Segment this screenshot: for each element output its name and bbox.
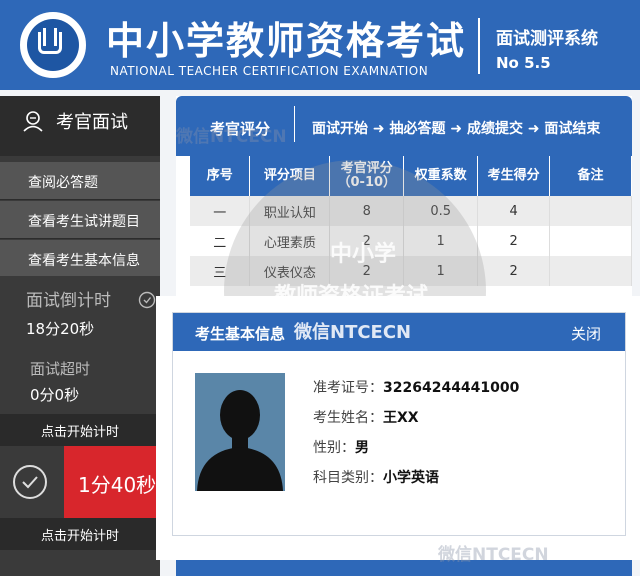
candidate-subject: 小学英语 <box>383 470 439 486</box>
overtime-value: 0分0秒 <box>30 386 80 404</box>
info-key: 考生姓名： <box>313 410 383 426</box>
candidate-info-modal: 考生基本信息 关闭 准考证号：32264244441000 考生姓名：王XX 性… <box>172 312 626 536</box>
info-row-name: 考生姓名：王XX <box>313 407 519 437</box>
col-header-item: 评分项目 <box>249 156 331 196</box>
panel-footer-bar <box>176 560 632 576</box>
start-timer-button-2[interactable]: 点击开始计时 <box>0 518 160 550</box>
close-button[interactable]: 关闭 <box>571 323 601 344</box>
header-separator <box>294 106 295 142</box>
exam-logo <box>20 12 86 78</box>
timer-clock-icon <box>13 465 47 499</box>
modal-title: 考生基本信息 <box>195 325 286 343</box>
cell-result: 4 <box>477 196 551 226</box>
app-root: 中小学教师资格考试 NATIONAL TEACHER CERTIFICATION… <box>0 0 640 576</box>
overtime-block: 面试超时 0分0秒 <box>0 348 160 414</box>
cell-score[interactable]: 2 <box>329 226 405 256</box>
scoring-panel-header: 考官评分 面试开始 ➜ 抽必答题 ➜ 成绩提交 ➜ 面试结束 <box>176 96 632 156</box>
cell-result: 2 <box>477 256 551 286</box>
examiner-icon <box>23 111 43 132</box>
cell-weight: 1 <box>403 256 479 286</box>
app-header: 中小学教师资格考试 NATIONAL TEACHER CERTIFICATION… <box>0 0 640 90</box>
cell-remark <box>549 196 632 226</box>
overtime-label: 面试超时 <box>30 360 91 378</box>
system-name: 面试测评系统 <box>496 29 598 49</box>
col-header-no: 序号 <box>190 156 251 196</box>
col-header-score-line1: 考官评分 <box>340 161 393 176</box>
cell-result: 2 <box>477 226 551 256</box>
countdown-label: 面试倒计时 <box>26 291 111 311</box>
info-row-subject: 科目类别：小学英语 <box>313 467 519 497</box>
cell-remark <box>549 226 632 256</box>
cell-no: 三 <box>190 256 251 286</box>
system-version: No 5.5 <box>496 54 551 72</box>
cell-no: 二 <box>190 226 251 256</box>
table-row: 二 心理素质 2 1 2 <box>190 226 632 256</box>
info-key: 科目类别： <box>313 470 383 486</box>
sidebar-header: 考官面试 <box>0 96 160 156</box>
app-title: 中小学教师资格考试 <box>106 19 467 63</box>
process-steps: 面试开始 ➜ 抽必答题 ➜ 成绩提交 ➜ 面试结束 <box>312 121 601 137</box>
score-table: 序号 评分项目 考官评分 （0-10） 权重系数 考生得分 备注 一 职业认知 … <box>190 156 632 286</box>
timer-block: 1分40秒 <box>0 446 160 518</box>
sidebar: 考官面试 查阅必答题 查看考生试讲题目 查看考生基本信息 面试倒计时 18分20… <box>0 96 160 576</box>
timer-value: 1分40秒 <box>64 446 160 518</box>
cell-item: 仪表仪态 <box>249 256 331 286</box>
cell-item: 职业认知 <box>249 196 331 226</box>
scoring-title: 考官评分 <box>210 120 271 138</box>
admission-number: 32264244441000 <box>383 380 520 396</box>
sidebar-item-candidate-info[interactable]: 查看考生基本信息 <box>0 240 160 278</box>
col-header-result: 考生得分 <box>477 156 551 196</box>
cell-score[interactable]: 2 <box>329 256 405 286</box>
modal-header: 考生基本信息 关闭 <box>173 313 625 351</box>
candidate-info-list: 准考证号：32264244441000 考生姓名：王XX 性别：男 科目类别：小… <box>313 377 519 497</box>
app-subtitle: NATIONAL TEACHER CERTIFICATION EXAMNATIO… <box>110 64 429 78</box>
cell-weight: 0.5 <box>403 196 479 226</box>
col-header-score: 考官评分 （0-10） <box>329 156 405 196</box>
cell-remark <box>549 256 632 286</box>
table-row: 三 仪表仪态 2 1 2 <box>190 256 632 286</box>
info-key: 性别： <box>313 440 355 456</box>
countdown-block: 面试倒计时 18分20秒 <box>0 276 160 346</box>
sidebar-item-lecture-topic[interactable]: 查看考生试讲题目 <box>0 201 160 239</box>
cell-no: 一 <box>190 196 251 226</box>
col-header-remark: 备注 <box>549 156 632 196</box>
col-header-weight: 权重系数 <box>403 156 479 196</box>
clock-icon <box>138 291 156 309</box>
sidebar-item-required-questions[interactable]: 查阅必答题 <box>0 162 160 200</box>
info-row-admission: 准考证号：32264244441000 <box>313 377 519 407</box>
candidate-gender: 男 <box>355 440 369 456</box>
info-key: 准考证号： <box>313 380 383 396</box>
cell-weight: 1 <box>403 226 479 256</box>
info-row-gender: 性别：男 <box>313 437 519 467</box>
candidate-photo <box>195 373 285 491</box>
start-timer-button[interactable]: 点击开始计时 <box>0 414 160 446</box>
table-header-row: 序号 评分项目 考官评分 （0-10） 权重系数 考生得分 备注 <box>190 156 632 196</box>
candidate-name: 王XX <box>383 410 419 426</box>
table-row: 一 职业认知 8 0.5 4 <box>190 196 632 226</box>
header-divider <box>478 18 480 74</box>
cell-item: 心理素质 <box>249 226 331 256</box>
col-header-score-line2: （0-10） <box>337 175 397 190</box>
sidebar-title: 考官面试 <box>56 112 128 133</box>
countdown-value: 18分20秒 <box>26 320 95 338</box>
cell-score[interactable]: 8 <box>329 196 405 226</box>
